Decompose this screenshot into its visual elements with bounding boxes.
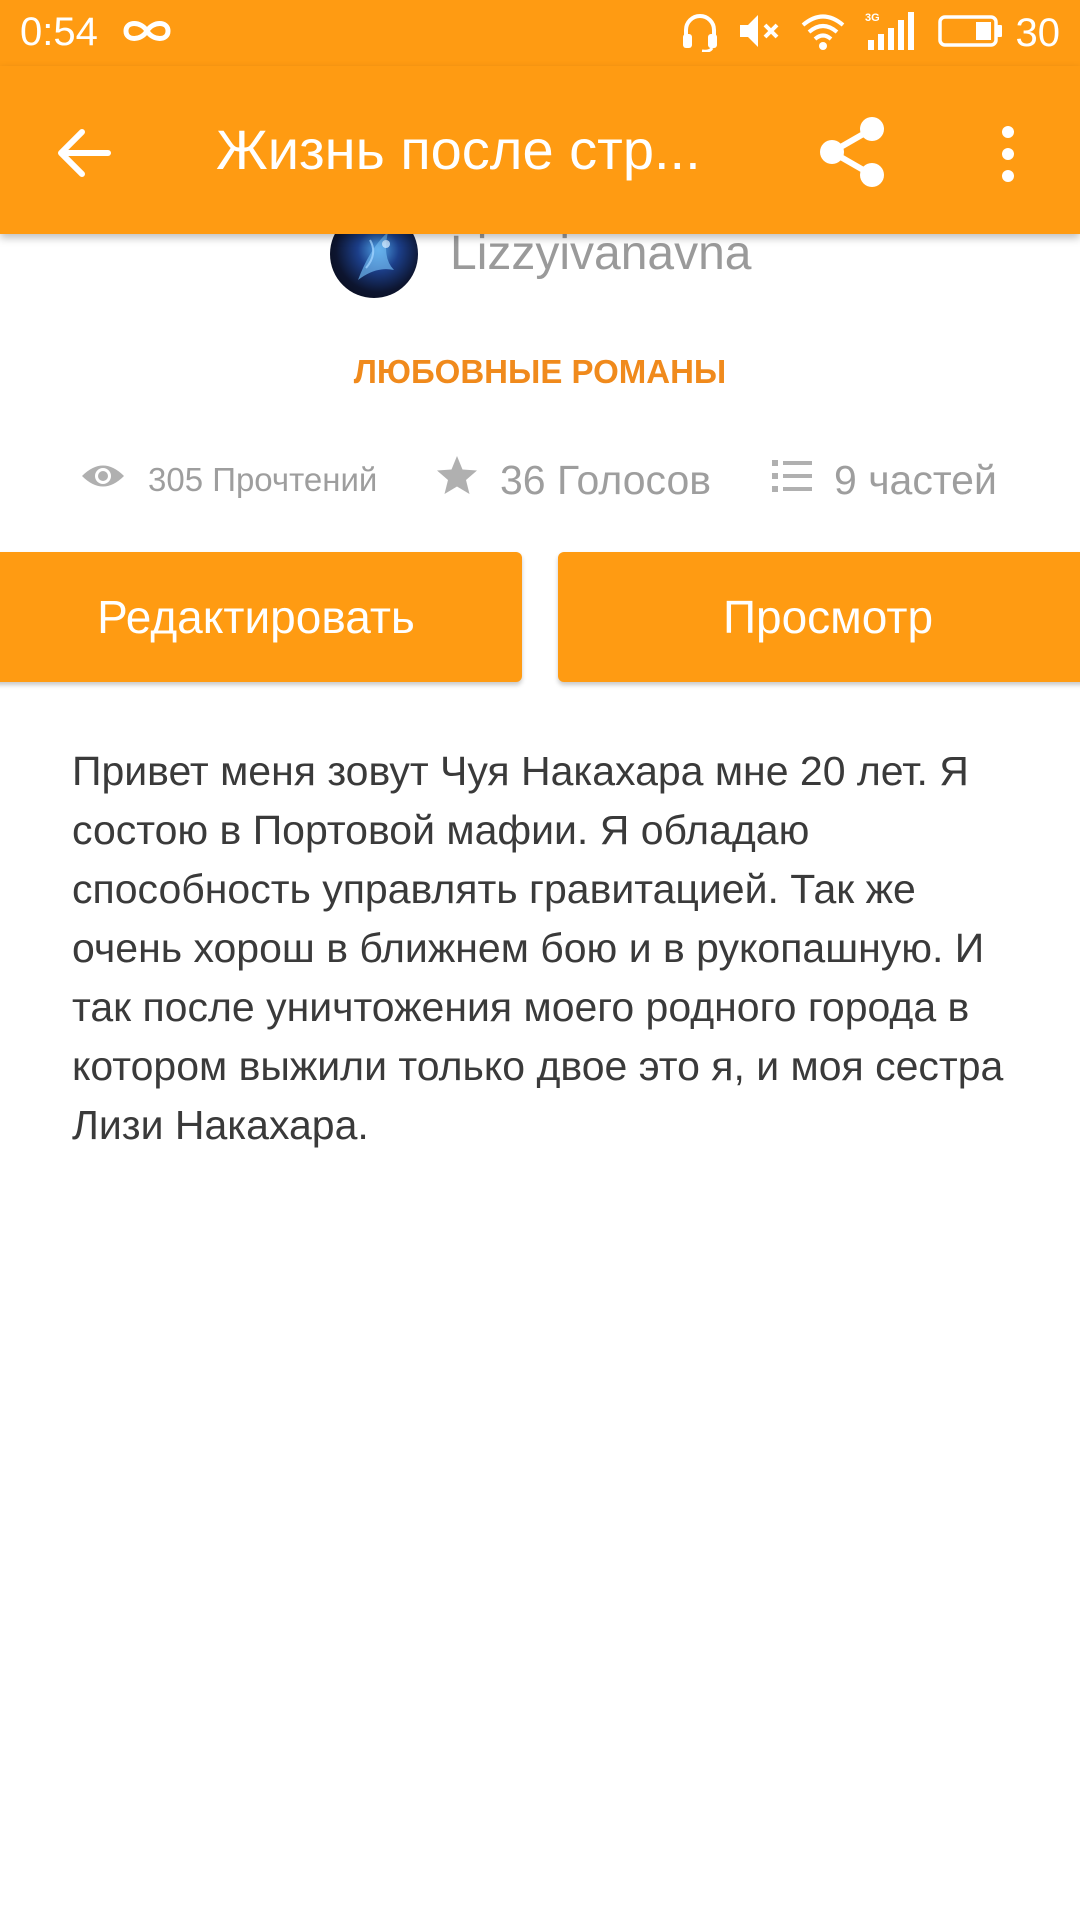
app-toolbar: Жизнь после стр... <box>0 66 1080 234</box>
status-bar: 0:54 3G 30 <box>0 0 1080 66</box>
story-description: Привет меня зовут Чуя Накахара мне 20 ле… <box>72 748 1004 1148</box>
status-icons: 3G 30 <box>680 10 1061 57</box>
story-stats: 305 Прочтений 36 Голосов 9 частей <box>0 450 1080 510</box>
list-icon <box>772 457 834 504</box>
star-icon <box>436 455 500 505</box>
network-type: 3G <box>865 12 880 24</box>
votes-count: 36 Голосов <box>500 456 712 503</box>
stat-parts[interactable]: 9 частей <box>772 450 997 510</box>
author-name[interactable]: Lizzyivanavna <box>450 226 752 282</box>
parts-count: 9 частей <box>834 456 997 503</box>
edit-button[interactable]: Редактировать <box>0 552 522 682</box>
share-icon[interactable] <box>812 112 892 192</box>
battery-icon <box>937 14 1004 53</box>
signal-icon: 3G <box>864 10 920 57</box>
more-vertical-icon[interactable] <box>990 118 1026 190</box>
headphones-icon <box>680 10 720 57</box>
story-category[interactable]: ЛЮБОВНЫЕ РОМАНЫ <box>0 350 1080 394</box>
view-button[interactable]: Просмотр <box>558 552 1080 682</box>
wifi-icon <box>800 11 846 56</box>
eye-icon <box>80 461 148 499</box>
reads-count: 305 Прочтений <box>148 461 378 498</box>
mute-icon <box>738 11 782 56</box>
page-title: Жизнь после стр... <box>216 118 701 181</box>
stat-votes: 36 Голосов <box>436 450 711 510</box>
battery-level: 30 <box>1015 11 1061 55</box>
stat-reads: 305 Прочтений <box>80 450 377 510</box>
status-time: 0:54 <box>20 10 98 54</box>
infinity-icon <box>122 17 172 50</box>
back-arrow-icon[interactable] <box>52 121 116 185</box>
